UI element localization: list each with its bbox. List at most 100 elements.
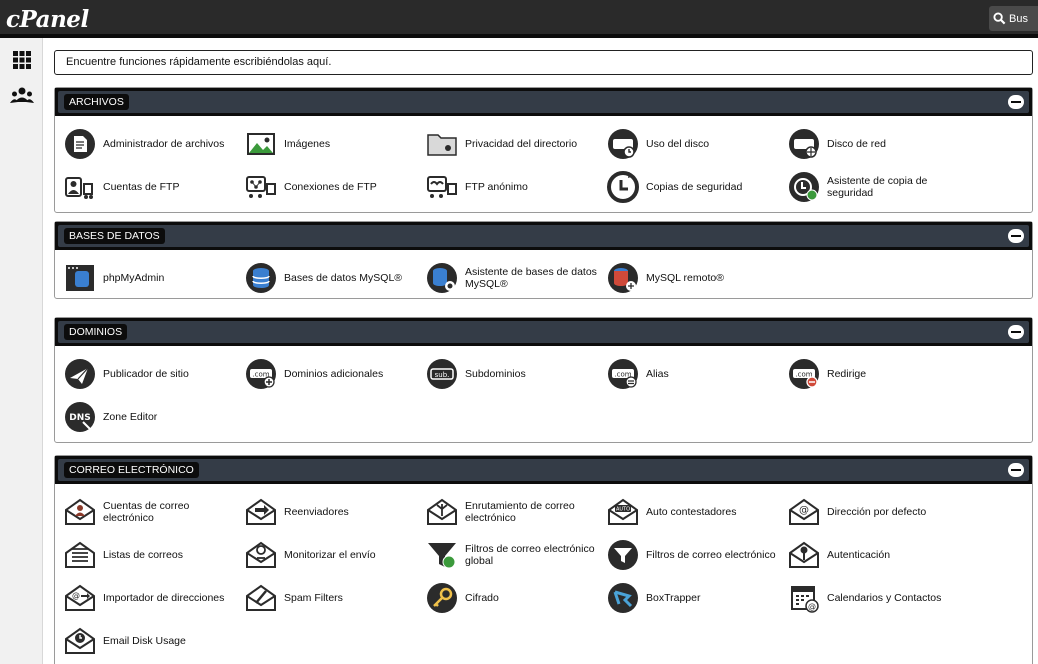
database-wizard-icon — [427, 263, 457, 293]
svg-text:sub.: sub. — [435, 371, 450, 379]
redirects-icon: .com — [789, 359, 819, 389]
section-header[interactable]: DOMINIOS — [55, 318, 1032, 346]
svg-text:AUTO: AUTO — [616, 507, 630, 513]
remote-database-icon — [608, 263, 638, 293]
collapse-button[interactable] — [1008, 325, 1024, 339]
item-alias[interactable]: .com Alias — [606, 358, 784, 390]
section-header[interactable]: BASES DE DATOS — [55, 222, 1032, 250]
ftp-connections-icon — [246, 176, 276, 198]
boxtrapper-icon — [608, 583, 638, 613]
item-mysql-remoto[interactable]: MySQL remoto® — [606, 262, 784, 294]
item-privacidad-del-directorio[interactable]: Privacidad del directorio — [425, 128, 603, 160]
item-spam-filters[interactable]: Spam Filters — [244, 582, 422, 614]
collapse-button[interactable] — [1008, 95, 1024, 109]
images-icon — [247, 133, 275, 155]
item-auto-contestadores[interactable]: AUTO Auto contestadores — [606, 496, 784, 528]
item-direccion-por-defecto[interactable]: @ Dirección por defecto — [787, 496, 965, 528]
item-reenviadores[interactable]: Reenviadores — [244, 496, 422, 528]
section-title: ARCHIVOS — [64, 94, 129, 110]
disk-usage-icon — [608, 129, 638, 159]
item-asistente-de-bases-de-datos[interactable]: Asistente de bases de datos MySQL® — [425, 262, 603, 294]
item-ftp-anonimo[interactable]: FTP anónimo — [425, 171, 603, 203]
aliases-icon: .com — [608, 359, 638, 389]
calendar-contacts-icon: @ — [791, 586, 819, 613]
email-filter-icon — [608, 540, 638, 570]
section-bases-de-datos: BASES DE DATOS phpMyAdmin Bases de datos… — [54, 221, 1033, 299]
address-importer-icon: @ — [65, 584, 95, 611]
item-autenticacion[interactable]: Autenticación — [787, 539, 965, 571]
item-bases-de-datos-mysql[interactable]: Bases de datos MySQL® — [244, 262, 422, 294]
item-uso-del-disco[interactable]: Uso del disco — [606, 128, 784, 160]
subdomains-icon: sub. — [427, 359, 457, 389]
phpmyadmin-icon — [66, 265, 94, 291]
database-icon — [246, 263, 276, 293]
svg-text:@: @ — [72, 591, 80, 600]
item-asistente-de-copia-de-seguridad[interactable]: Asistente de copia de seguridad — [787, 171, 965, 203]
cpanel-logo[interactable]: cPanel — [6, 6, 89, 33]
section-archivos: ARCHIVOS Administrador de archivos Imáge… — [54, 87, 1033, 213]
function-search-input[interactable]: Encuentre funciones rápidamente escribié… — [54, 50, 1033, 75]
item-copias-de-seguridad[interactable]: Copias de seguridad — [606, 171, 784, 203]
section-title: CORREO ELECTRÓNICO — [64, 462, 199, 478]
item-phpmyadmin[interactable]: phpMyAdmin — [63, 262, 241, 294]
item-zone-editor[interactable]: DNS Zone Editor — [63, 401, 241, 433]
item-cifrado[interactable]: Cifrado — [425, 582, 603, 614]
item-administrador-de-archivos[interactable]: Administrador de archivos — [63, 128, 241, 160]
section-title: DOMINIOS — [64, 324, 128, 340]
section-dominios: DOMINIOS Publicador de sitio .com Domini… — [54, 317, 1033, 443]
section-header[interactable]: ARCHIVOS — [55, 88, 1032, 116]
file-manager-icon — [65, 129, 95, 159]
item-cuentas-de-ftp[interactable]: Cuentas de FTP — [63, 171, 241, 203]
item-redirige[interactable]: .com Redirige — [787, 358, 965, 390]
item-email-disk-usage[interactable]: Email Disk Usage — [63, 625, 241, 657]
encryption-icon — [427, 583, 457, 613]
item-monitorizar-el-envio[interactable]: Monitorizar el envío — [244, 539, 422, 571]
item-disco-de-red[interactable]: Disco de red — [787, 128, 965, 160]
autoresponders-icon: AUTO — [608, 498, 638, 525]
svg-text:@: @ — [808, 602, 816, 611]
item-filtros-de-correo-global[interactable]: Filtros de correo electrónico global — [425, 539, 603, 571]
backup-wizard-icon — [789, 172, 819, 202]
item-calendarios-y-contactos[interactable]: @ Calendarios y Contactos — [787, 582, 965, 614]
folder-lock-icon — [427, 134, 457, 156]
main-content: Encuentre funciones rápidamente escribié… — [43, 38, 1038, 664]
item-importador-de-direcciones[interactable]: @ Importador de direcciones — [63, 582, 241, 614]
item-imagenes[interactable]: Imágenes — [244, 128, 422, 160]
section-correo-electronico: CORREO ELECTRÓNICO Cuentas de correo ele… — [54, 455, 1033, 664]
item-publicador-de-sitio[interactable]: Publicador de sitio — [63, 358, 241, 390]
item-subdominios[interactable]: sub. Subdominios — [425, 358, 603, 390]
item-boxtrapper[interactable]: BoxTrapper — [606, 582, 784, 614]
forwarders-icon — [246, 498, 276, 525]
email-routing-icon — [427, 498, 457, 525]
spam-filter-icon — [246, 584, 276, 611]
item-listas-de-correos[interactable]: Listas de correos — [63, 539, 241, 571]
item-dominios-adicionales[interactable]: .com Dominios adicionales — [244, 358, 422, 390]
ftp-accounts-icon — [65, 177, 93, 199]
global-search-label: Bus — [1009, 12, 1028, 25]
svg-text:@: @ — [799, 505, 809, 516]
site-publisher-icon — [65, 359, 95, 389]
item-filtros-de-correo[interactable]: Filtros de correo electrónico — [606, 539, 784, 571]
network-disk-icon — [789, 129, 819, 159]
item-enrutamiento-de-correo[interactable]: Enrutamiento de correo electrónico — [425, 496, 603, 528]
backup-icon — [607, 171, 639, 203]
item-cuentas-de-correo[interactable]: Cuentas de correo electrónico — [63, 496, 241, 528]
global-search-button[interactable]: Bus — [989, 6, 1038, 31]
mailing-lists-icon — [65, 541, 95, 568]
top-bar: cPanel Bus — [0, 0, 1038, 38]
section-header[interactable]: CORREO ELECTRÓNICO — [55, 456, 1032, 484]
users-icon[interactable] — [10, 86, 34, 106]
collapse-button[interactable] — [1008, 463, 1024, 477]
item-conexiones-de-ftp[interactable]: Conexiones de FTP — [244, 171, 422, 203]
global-filter-icon — [428, 543, 456, 569]
anonymous-ftp-icon — [427, 176, 457, 198]
section-title: BASES DE DATOS — [64, 228, 165, 244]
dns-zone-icon: DNS — [65, 402, 95, 432]
authentication-icon — [789, 541, 819, 568]
track-delivery-icon — [246, 541, 276, 568]
default-address-icon: @ — [789, 498, 819, 525]
email-accounts-icon — [65, 498, 95, 525]
collapse-button[interactable] — [1008, 229, 1024, 243]
email-disk-usage-icon — [65, 627, 95, 654]
grid-icon[interactable] — [12, 50, 32, 70]
